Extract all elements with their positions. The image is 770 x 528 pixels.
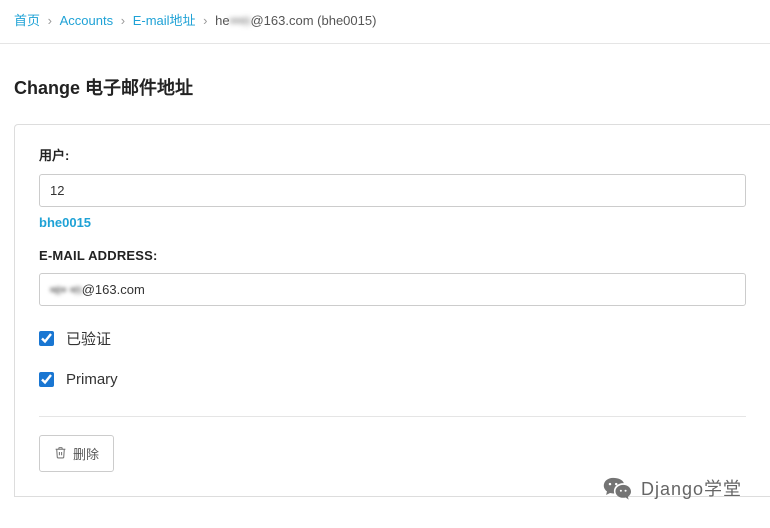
breadcrumb-current: he•••n@163.com (bhe0015) — [215, 13, 376, 28]
watermark-text: Django学堂 — [641, 475, 742, 501]
verified-row: 已验证 — [39, 328, 746, 349]
email-field: E-mail address: •e• •n@163.com — [39, 248, 746, 306]
user-field: 用户: bhe0015 — [39, 145, 746, 230]
user-helper-link[interactable]: bhe0015 — [39, 215, 91, 230]
breadcrumb-sep: › — [121, 13, 125, 28]
verified-label: 已验证 — [66, 328, 111, 349]
email-label: E-mail address: — [39, 248, 746, 263]
wechat-icon — [603, 474, 631, 502]
primary-row: Primary — [39, 371, 746, 388]
trash-icon — [54, 446, 67, 462]
breadcrumb-accounts[interactable]: Accounts — [60, 13, 113, 28]
primary-label: Primary — [66, 371, 118, 388]
verified-checkbox[interactable] — [39, 331, 54, 346]
user-label: 用户: — [39, 145, 746, 164]
actions-bar: 删除 — [39, 416, 746, 472]
breadcrumb-sep: › — [203, 13, 207, 28]
delete-button[interactable]: 删除 — [39, 435, 114, 472]
form-panel: 用户: bhe0015 E-mail address: •e• •n@163.c… — [14, 124, 770, 497]
email-input[interactable]: •e• •n@163.com — [39, 273, 746, 306]
breadcrumb: 首页 › Accounts › E-mail地址 › he•••n@163.co… — [0, 0, 770, 44]
breadcrumb-email-list[interactable]: E-mail地址 — [133, 13, 196, 28]
delete-button-label: 删除 — [73, 444, 99, 463]
page-title: Change 电子邮件地址 — [0, 44, 770, 106]
breadcrumb-home[interactable]: 首页 — [14, 13, 40, 28]
primary-checkbox[interactable] — [39, 372, 54, 387]
breadcrumb-sep: › — [48, 13, 52, 28]
user-input[interactable] — [39, 174, 746, 207]
watermark: Django学堂 — [603, 474, 742, 502]
